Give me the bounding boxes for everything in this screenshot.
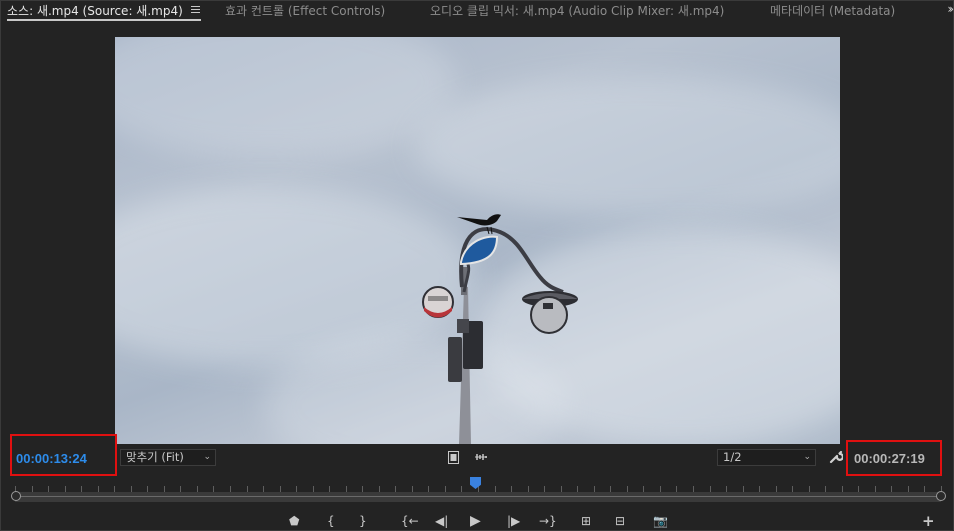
overwrite-button[interactable]: ⊟	[615, 515, 625, 527]
filmstrip-icon[interactable]	[448, 451, 459, 466]
zoom-select[interactable]: 맞추기 (Fit) ⌄	[120, 449, 216, 466]
program-video-area	[1, 23, 953, 444]
add-marker-button[interactable]: ⬟	[289, 515, 299, 527]
zoom-handle-right[interactable]	[936, 491, 946, 501]
export-frame-button[interactable]: 📷	[653, 515, 668, 527]
play-button[interactable]: ▶	[470, 514, 481, 528]
mark-out-button[interactable]: }	[359, 515, 367, 527]
hamburger-icon[interactable]	[191, 4, 201, 16]
resolution-select[interactable]: 1/2 ⌄	[717, 449, 816, 466]
audio-waveform-icon[interactable]	[474, 452, 488, 464]
tab-effect-controls[interactable]: 효과 컨트롤 (Effect Controls)	[225, 3, 385, 21]
tab-source-label: 소스: 새.mp4 (Source: 새.mp4)	[7, 4, 183, 18]
insert-button[interactable]: ⊞	[581, 515, 591, 527]
source-monitor-panel: 소스: 새.mp4 (Source: 새.mp4) 효과 컨트롤 (Effect…	[0, 0, 954, 531]
tab-metadata[interactable]: 메타데이터 (Metadata)	[770, 3, 895, 21]
video-frame[interactable]	[115, 37, 840, 444]
plus-icon[interactable]: +	[922, 514, 935, 529]
current-timecode[interactable]: 00:00:13:24	[16, 451, 87, 466]
step-forward-button[interactable]: |▶	[507, 515, 520, 527]
go-to-in-button[interactable]: {←	[401, 515, 419, 527]
chevron-down-icon: ⌄	[203, 452, 211, 462]
wrench-icon[interactable]	[829, 450, 844, 466]
zoom-handle-left[interactable]	[11, 491, 21, 501]
resolution-select-value: 1/2	[723, 450, 742, 464]
go-to-out-button[interactable]: →}	[539, 515, 557, 527]
tab-audio-clip-mixer[interactable]: 오디오 클립 믹서: 새.mp4 (Audio Clip Mixer: 새.mp…	[430, 3, 724, 21]
double-chevron-right-icon[interactable]: ››	[947, 2, 953, 16]
zoom-scroll-track[interactable]	[15, 492, 941, 502]
zoom-select-value: 맞추기 (Fit)	[126, 450, 184, 464]
street-lamp-with-bird-image	[422, 214, 578, 444]
mark-in-button[interactable]: {	[327, 515, 335, 527]
duration-timecode: 00:00:27:19	[854, 451, 925, 466]
step-back-button[interactable]: ◀|	[435, 515, 448, 527]
tab-source[interactable]: 소스: 새.mp4 (Source: 새.mp4)	[7, 3, 201, 21]
chevron-down-icon: ⌄	[803, 452, 811, 462]
panel-tab-bar: 소스: 새.mp4 (Source: 새.mp4) 효과 컨트롤 (Effect…	[1, 1, 954, 23]
